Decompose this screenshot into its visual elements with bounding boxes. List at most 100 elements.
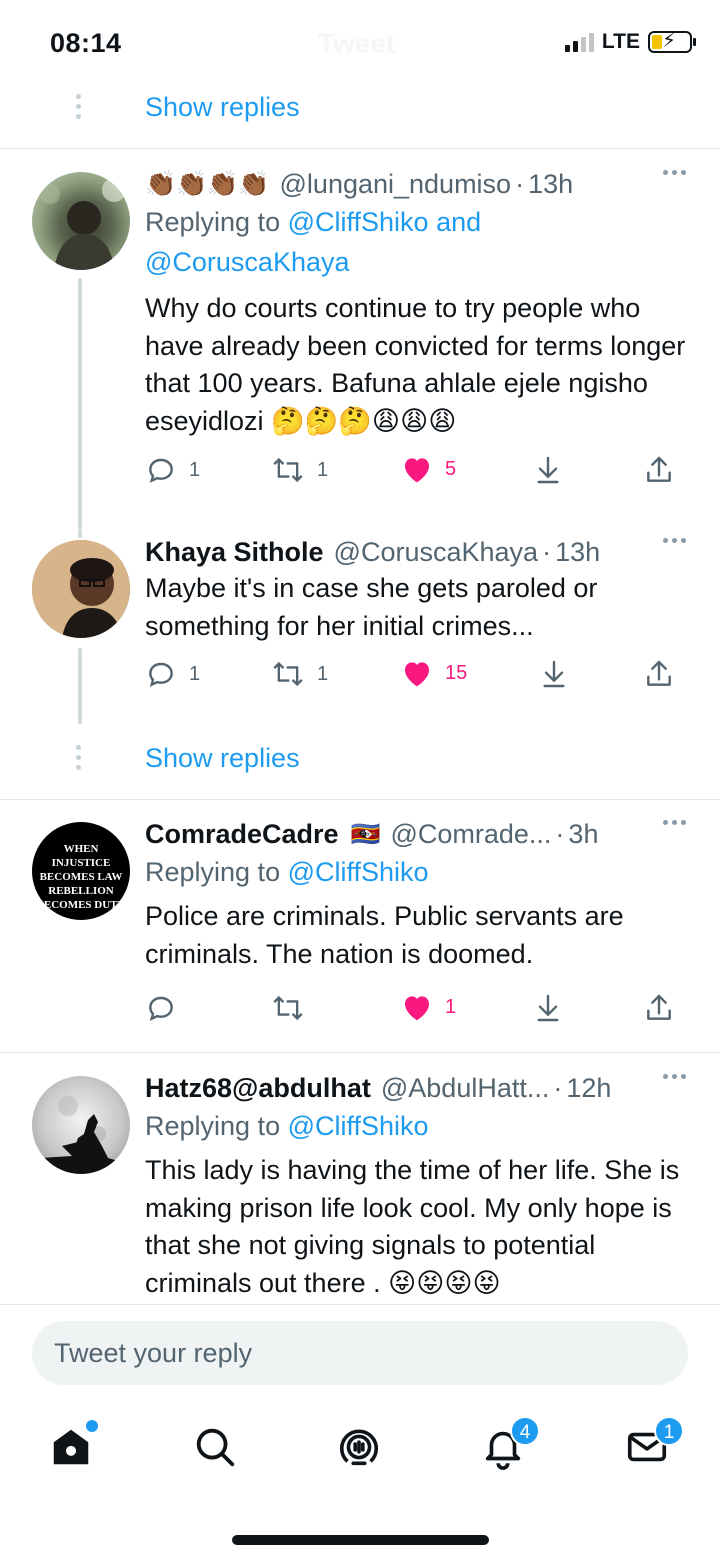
replying-to-mentions[interactable]: @CliffShiko bbox=[288, 1111, 429, 1141]
tweet[interactable]: Hatz68@abdulhat @AbdulHatt... · 12h Repl… bbox=[0, 1064, 720, 1304]
tab-bar: 4 1 bbox=[0, 1404, 720, 1494]
tab-notifications[interactable]: 4 bbox=[480, 1416, 540, 1474]
user-handle[interactable]: @AbdulHatt... bbox=[381, 1073, 550, 1104]
tweet-time[interactable]: 13h bbox=[555, 537, 600, 568]
tweet-header: Khaya Sithole @CoruscaKhaya · 13h bbox=[145, 536, 601, 568]
tweet-reply-input[interactable] bbox=[32, 1321, 688, 1385]
share-icon bbox=[647, 994, 671, 1020]
user-handle[interactable]: @Comrade... bbox=[390, 819, 551, 850]
reply-composer bbox=[0, 1304, 720, 1404]
tweet[interactable]: Khaya Sithole @CoruscaKhaya · 13h Maybe … bbox=[0, 530, 720, 730]
thread-line bbox=[78, 648, 82, 724]
thread-line bbox=[78, 278, 82, 530]
more-options-icon[interactable] bbox=[663, 1074, 686, 1079]
tab-spaces[interactable] bbox=[336, 1424, 386, 1474]
save-button[interactable] bbox=[533, 992, 563, 1024]
more-options-icon[interactable] bbox=[663, 820, 686, 825]
show-replies-link[interactable]: Show replies bbox=[145, 743, 300, 774]
save-button[interactable] bbox=[533, 454, 563, 486]
replying-to: Replying to @CliffShiko and @CoruscaKhay… bbox=[145, 207, 482, 277]
heart-filled-icon bbox=[405, 458, 429, 483]
save-button[interactable] bbox=[539, 658, 569, 690]
like-count: 15 bbox=[445, 661, 468, 684]
share-button[interactable] bbox=[643, 658, 675, 690]
avatar[interactable] bbox=[32, 540, 130, 638]
notifications-badge: 4 bbox=[510, 1416, 540, 1446]
prefix-emoji: 👏🏾👏🏾👏🏾👏🏾 bbox=[145, 169, 270, 198]
tab-messages[interactable]: 1 bbox=[624, 1416, 684, 1474]
share-button[interactable] bbox=[643, 992, 675, 1024]
share-button[interactable] bbox=[643, 454, 675, 486]
tweet-header: Hatz68@abdulhat @AbdulHatt... · 12h bbox=[145, 1072, 612, 1104]
retweet-icon bbox=[273, 661, 303, 687]
show-replies-link[interactable]: Show replies bbox=[145, 92, 300, 123]
tweet[interactable]: 👏🏾👏🏾👏🏾👏🏾 @lungani_ndumiso · 13h Replying… bbox=[0, 160, 720, 530]
heart-filled-icon bbox=[405, 996, 429, 1021]
display-name[interactable]: ComradeCadre bbox=[145, 819, 339, 850]
tweet-text: This lady is having the time of her life… bbox=[145, 1155, 680, 1298]
retweet-button[interactable]: 1 bbox=[271, 454, 328, 486]
display-name[interactable]: Hatz68@abdulhat bbox=[145, 1073, 371, 1104]
download-icon bbox=[543, 660, 565, 688]
heart-filled-icon bbox=[405, 662, 429, 687]
home-icon bbox=[53, 1429, 89, 1465]
tweet-time[interactable]: 3h bbox=[568, 819, 598, 850]
retweet-count: 1 bbox=[317, 662, 329, 685]
tab-search[interactable] bbox=[192, 1424, 242, 1474]
reply-icon bbox=[149, 662, 173, 687]
reply-icon bbox=[149, 458, 173, 483]
home-new-dot bbox=[86, 1420, 98, 1432]
tab-home[interactable] bbox=[48, 1420, 98, 1474]
avatar[interactable]: WHEN INJUSTICE BECOMES LAW REBELLION BEC… bbox=[32, 822, 130, 920]
tweet-header: 👏🏾👏🏾👏🏾👏🏾 @lungani_ndumiso · 13h bbox=[145, 168, 574, 200]
show-replies-row[interactable]: Show replies bbox=[0, 80, 720, 140]
network-label: LTE bbox=[601, 30, 640, 53]
download-icon bbox=[537, 994, 559, 1022]
tweet-header: ComradeCadre 🇸🇿 @Comrade... · 3h bbox=[145, 818, 599, 850]
like-button[interactable]: 15 bbox=[401, 658, 467, 688]
search-icon bbox=[196, 1428, 235, 1467]
tweet[interactable]: WHEN INJUSTICE BECOMES LAW REBELLION BEC… bbox=[0, 810, 720, 1050]
home-indicator bbox=[232, 1535, 489, 1545]
reply-count: 1 bbox=[189, 458, 201, 481]
tweet-actions: 1 1 15 bbox=[145, 658, 685, 698]
thread-dots-icon bbox=[76, 94, 81, 119]
tweet-actions: 1 bbox=[145, 992, 685, 1032]
show-replies-row[interactable]: Show replies bbox=[0, 731, 720, 791]
display-name[interactable]: Khaya Sithole bbox=[145, 537, 324, 568]
share-icon bbox=[647, 456, 671, 482]
retweet-icon bbox=[273, 995, 303, 1021]
user-handle[interactable]: @CoruscaKhaya bbox=[334, 537, 539, 568]
status-icons: LTE ⚡ bbox=[564, 30, 696, 54]
tweet-time[interactable]: 12h bbox=[566, 1073, 611, 1104]
status-time: 08:14 bbox=[50, 28, 122, 58]
retweet-icon bbox=[273, 457, 303, 483]
battery-icon: ⚡ bbox=[648, 30, 696, 53]
user-handle[interactable]: @lungani_ndumiso bbox=[280, 169, 512, 200]
reply-count: 1 bbox=[189, 662, 201, 685]
like-count: 5 bbox=[445, 457, 457, 480]
status-bar: 08:14 Tweet LTE ⚡ bbox=[0, 0, 720, 90]
replying-to-mentions[interactable]: @CliffShiko bbox=[288, 857, 429, 887]
thread-line bbox=[78, 530, 82, 538]
tweet-text: Police are criminals. Public servants ar… bbox=[145, 901, 624, 969]
like-count: 1 bbox=[445, 995, 457, 1018]
like-button[interactable]: 5 bbox=[401, 454, 456, 484]
retweet-button[interactable] bbox=[271, 992, 317, 1024]
replying-to: Replying to @CliffShiko bbox=[145, 1111, 429, 1141]
avatar-slogan: WHEN INJUSTICE BECOMES LAW REBELLION BEC… bbox=[36, 843, 126, 911]
avatar[interactable] bbox=[32, 172, 130, 270]
divider bbox=[0, 1052, 720, 1053]
retweet-button[interactable]: 1 bbox=[271, 658, 328, 690]
more-options-icon[interactable] bbox=[663, 538, 686, 543]
replying-to: Replying to @CliffShiko bbox=[145, 857, 429, 887]
retweet-count: 1 bbox=[317, 458, 329, 481]
reply-button[interactable]: 1 bbox=[145, 454, 200, 486]
reply-button[interactable] bbox=[145, 992, 189, 1024]
like-button[interactable]: 1 bbox=[401, 992, 456, 1022]
reply-button[interactable]: 1 bbox=[145, 658, 200, 690]
avatar[interactable] bbox=[32, 1076, 130, 1174]
messages-badge: 1 bbox=[654, 1416, 684, 1446]
tweet-time[interactable]: 13h bbox=[528, 169, 573, 200]
more-options-icon[interactable] bbox=[663, 170, 686, 175]
